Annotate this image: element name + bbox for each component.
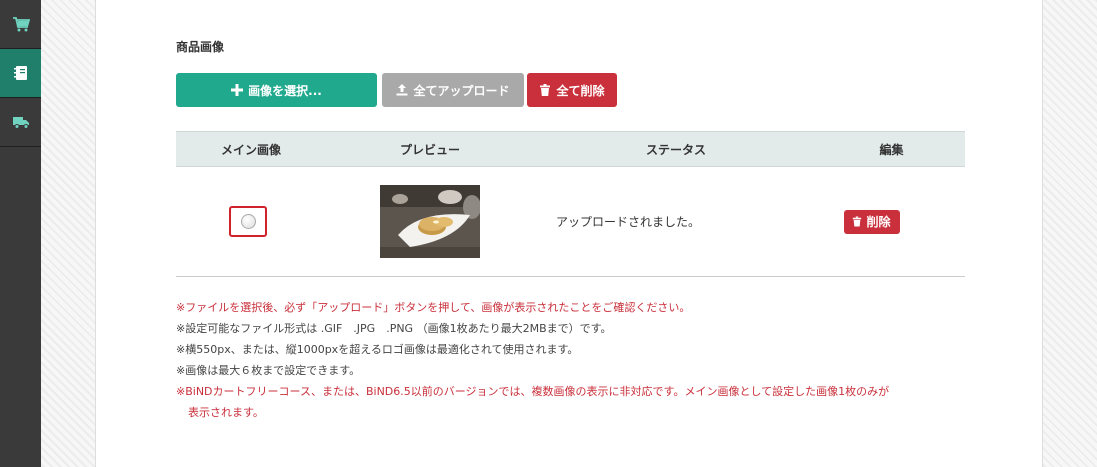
note-compatibility: ※BiNDカートフリーコース、または、BiND6.5以前のバージョンでは、複数画…	[176, 385, 890, 398]
table-row: アップロードされました。 削除	[176, 166, 965, 277]
upload-all-button[interactable]: 全てアップロード	[382, 73, 524, 107]
preview-cell	[326, 166, 534, 277]
header-main-image: メイン画像	[176, 131, 326, 167]
delete-all-button[interactable]: 全て削除	[527, 73, 617, 107]
sidebar	[0, 0, 41, 467]
main-image-cell	[176, 166, 326, 277]
sidebar-item-products[interactable]	[0, 49, 41, 98]
main-image-radio-highlight	[229, 206, 267, 237]
note-compatibility-cont: 表示されます。	[188, 406, 264, 419]
delete-all-label: 全て削除	[556, 83, 605, 98]
note-max-images: ※画像は最大６枚まで設定できます。	[176, 364, 361, 377]
delete-button[interactable]: 削除	[843, 209, 900, 234]
upload-all-label: 全てアップロード	[413, 83, 510, 98]
header-preview: プレビュー	[326, 131, 534, 167]
note-size-optimization: ※横550px、または、縦1000pxを超えるロゴ画像は最適化されて使用されます…	[176, 343, 579, 356]
note-file-formats: ※設定可能なファイル形式は .GIF .JPG .PNG （画像1枚あたり最大2…	[176, 322, 612, 335]
section-title: 商品画像	[176, 40, 225, 54]
note-upload-confirm: ※ファイルを選択後、必ず「アップロード」ボタンを押して、画像が表示されたことをご…	[176, 301, 691, 314]
plus-icon	[231, 84, 244, 96]
table-header-row: メイン画像 プレビュー ステータス 編集	[176, 131, 965, 167]
trash-icon	[540, 84, 551, 96]
select-image-label: 画像を選択...	[248, 83, 322, 98]
edit-cell: 削除	[818, 166, 965, 277]
notes: ※ファイルを選択後、必ず「アップロード」ボタンを押して、画像が表示されたことをご…	[176, 297, 976, 423]
header-status: ステータス	[534, 131, 818, 167]
status-cell: アップロードされました。	[534, 166, 818, 277]
truck-icon	[12, 117, 29, 129]
select-image-button[interactable]: 画像を選択...	[176, 73, 377, 107]
trash-icon	[853, 216, 862, 227]
sidebar-item-cart[interactable]	[0, 0, 41, 49]
header-edit: 編集	[818, 131, 965, 167]
delete-label: 削除	[866, 215, 891, 229]
notebook-icon	[13, 66, 27, 80]
product-images-panel: 商品画像 画像を選択... 全てアップロード 全て削除 メイン画像 プレビュー …	[95, 0, 1043, 467]
upload-status: アップロードされました。	[556, 215, 701, 229]
sidebar-item-shipping[interactable]	[0, 98, 41, 147]
image-table: メイン画像 プレビュー ステータス 編集 アップロードされました。 削除	[176, 131, 965, 277]
cart-icon	[12, 17, 30, 32]
upload-icon	[396, 84, 408, 96]
main-image-radio[interactable]	[240, 214, 256, 229]
preview-image	[380, 185, 480, 258]
